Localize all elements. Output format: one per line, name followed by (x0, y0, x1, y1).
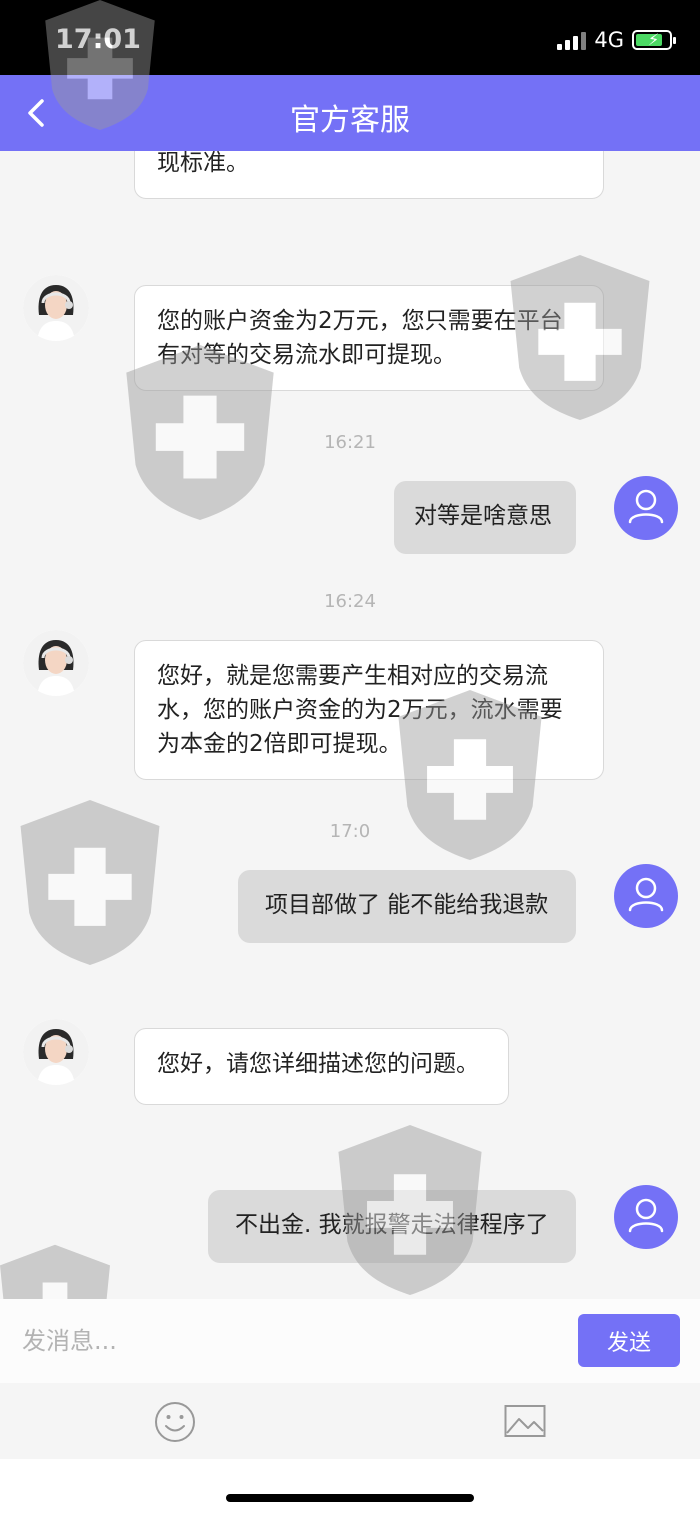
page-title: 官方客服 (290, 103, 410, 138)
user-avatar (614, 1185, 678, 1249)
battery-icon: ⚡ (632, 30, 676, 50)
home-indicator-bar (0, 1459, 700, 1515)
nav-bar: 官方客服 (0, 75, 700, 151)
signal-icon (557, 30, 587, 50)
emoji-icon[interactable] (154, 1401, 196, 1443)
home-indicator[interactable] (226, 1494, 474, 1502)
agent-avatar (23, 630, 89, 696)
composer-toolbar (0, 1383, 700, 1459)
incoming-message-bubble: 您好，就是您需要产生相对应的交易流水，您的账户资金的为2万元，流水需要为本金的2… (134, 640, 604, 780)
agent-avatar (23, 1019, 89, 1085)
image-icon[interactable] (504, 1403, 546, 1439)
user-avatar (614, 864, 678, 928)
outgoing-message-bubble: 不出金. 我就报警走法律程序了 (208, 1190, 576, 1263)
outgoing-message-bubble: 对等是啥意思 (394, 481, 576, 554)
send-button[interactable]: 发送 (578, 1314, 680, 1367)
message-composer: 发送 (0, 1299, 700, 1383)
incoming-message-bubble: 您好，请您详细描述您的问题。 (134, 1028, 509, 1105)
incoming-message-bubble: 您的账户资金为2万元，您只需要在平台有对等的交易流水即可提现。 (134, 285, 604, 391)
message-input[interactable] (0, 1299, 570, 1383)
incoming-message-bubble: 现标准。 (134, 151, 604, 199)
status-bar: 17:01 4G ⚡ (0, 0, 700, 75)
message-timestamp: 17:0 (329, 821, 371, 842)
user-icon (628, 1198, 664, 1233)
network-type: 4G (594, 28, 624, 52)
user-avatar (614, 476, 678, 540)
chat-message-list[interactable]: 现标准。 您的账户资金为2万元，您只需要在平台有对等的交易流水即可提现。 16:… (0, 151, 700, 1299)
message-timestamp: 16:21 (324, 432, 376, 453)
message-timestamp: 16:24 (324, 591, 376, 612)
outgoing-message-bubble: 项目部做了 能不能给我退款 (238, 870, 576, 943)
user-icon (628, 877, 664, 912)
status-time: 17:01 (55, 24, 141, 55)
agent-avatar (23, 275, 89, 341)
user-icon (628, 489, 664, 524)
